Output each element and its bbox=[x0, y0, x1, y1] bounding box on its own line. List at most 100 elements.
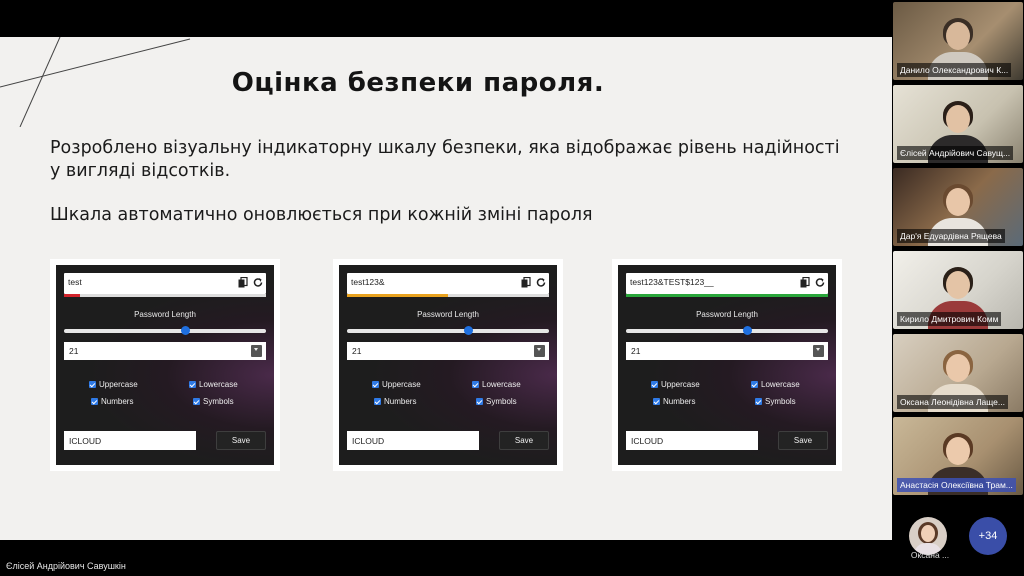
service-name-field: ICLOUD bbox=[347, 431, 479, 450]
strength-meter bbox=[347, 294, 549, 297]
length-value: 21 bbox=[631, 346, 641, 356]
password-field: test123& bbox=[347, 273, 549, 294]
password-generator-screenshot: test Password Length 21 Uppercase Lowerc… bbox=[50, 259, 280, 471]
generator-panel: test123&TEST$123__ Password Length 21 Up… bbox=[618, 265, 836, 465]
password-field: test123&TEST$123__ bbox=[626, 273, 828, 294]
slide-text-line: Розроблено візуальну індикаторну шкалу б… bbox=[50, 138, 840, 158]
uppercase-checkbox: Uppercase bbox=[651, 380, 700, 389]
refresh-icon bbox=[815, 278, 825, 287]
more-participants-button[interactable]: +34 bbox=[969, 517, 1007, 555]
strength-fill bbox=[64, 294, 81, 297]
lowercase-checkbox: Lowercase bbox=[472, 380, 521, 389]
length-slider bbox=[626, 326, 828, 335]
password-length-label: Password Length bbox=[134, 310, 196, 319]
checkbox-label: Uppercase bbox=[661, 380, 700, 389]
copy-icon bbox=[238, 277, 248, 288]
checkbox-checked-icon bbox=[755, 398, 762, 405]
length-number-field: 21 bbox=[626, 342, 828, 360]
participant-tile[interactable]: Анастасія Олексіївна Трам... bbox=[893, 417, 1023, 495]
participant-tile[interactable]: Оксана Леонідівна Лаще... bbox=[893, 334, 1023, 412]
numbers-checkbox: Numbers bbox=[374, 397, 416, 406]
uppercase-checkbox: Uppercase bbox=[372, 380, 421, 389]
participant-name: Єлісей Андрійович Савущ... bbox=[897, 146, 1014, 160]
stepper-icon bbox=[813, 345, 824, 357]
checkbox-checked-icon bbox=[372, 381, 379, 388]
checkbox-label: Symbols bbox=[486, 397, 517, 406]
strength-fill bbox=[626, 294, 828, 297]
password-length-label: Password Length bbox=[417, 310, 479, 319]
save-button: Save bbox=[499, 431, 549, 450]
checkbox-label: Lowercase bbox=[761, 380, 800, 389]
service-name-value: ICLOUD bbox=[69, 436, 102, 446]
checkbox-label: Numbers bbox=[384, 397, 417, 406]
checkbox-label: Lowercase bbox=[482, 380, 521, 389]
slide-text-line: Шкала автоматично оновлюється при кожній… bbox=[50, 205, 593, 225]
checkbox-label: Symbols bbox=[765, 397, 796, 406]
symbols-checkbox: Symbols bbox=[755, 397, 796, 406]
avatar-name: Оксана ... bbox=[910, 550, 950, 560]
length-number-field: 21 bbox=[347, 342, 549, 360]
checkbox-checked-icon bbox=[374, 398, 381, 405]
checkbox-label: Uppercase bbox=[99, 380, 138, 389]
length-value: 21 bbox=[69, 346, 79, 356]
strength-meter bbox=[626, 294, 828, 297]
checkbox-checked-icon bbox=[91, 398, 98, 405]
length-slider bbox=[64, 326, 266, 335]
stepper-icon bbox=[534, 345, 545, 357]
service-name-value: ICLOUD bbox=[352, 436, 385, 446]
participant-name: Оксана Леонідівна Лаще... bbox=[897, 395, 1008, 409]
checkbox-label: Numbers bbox=[663, 397, 696, 406]
checkbox-checked-icon bbox=[751, 381, 758, 388]
lowercase-checkbox: Lowercase bbox=[189, 380, 238, 389]
checkbox-checked-icon bbox=[651, 381, 658, 388]
checkbox-checked-icon bbox=[189, 381, 196, 388]
strength-fill bbox=[347, 294, 448, 297]
slider-thumb bbox=[743, 326, 753, 335]
checkbox-checked-icon bbox=[472, 381, 479, 388]
checkbox-checked-icon bbox=[476, 398, 483, 405]
generator-panel: test Password Length 21 Uppercase Lowerc… bbox=[56, 265, 274, 465]
symbols-checkbox: Symbols bbox=[193, 397, 234, 406]
checkbox-label: Uppercase bbox=[382, 380, 421, 389]
participant-name: Данило Олександрович К... bbox=[897, 63, 1012, 77]
slide-text-line: у вигляді відсотків. bbox=[50, 161, 231, 181]
participant-tile[interactable]: Кирило Дмитрович Комм bbox=[893, 251, 1023, 329]
password-value: test123& bbox=[351, 277, 385, 287]
checkbox-label: Lowercase bbox=[199, 380, 238, 389]
stepper-icon bbox=[251, 345, 262, 357]
password-length-label: Password Length bbox=[696, 310, 758, 319]
checkbox-label: Symbols bbox=[203, 397, 234, 406]
password-value: test bbox=[68, 277, 82, 287]
checkbox-checked-icon bbox=[193, 398, 200, 405]
password-generator-screenshot: test123& Password Length 21 Uppercase Lo… bbox=[333, 259, 563, 471]
copy-icon bbox=[800, 277, 810, 288]
symbols-checkbox: Symbols bbox=[476, 397, 517, 406]
uppercase-checkbox: Uppercase bbox=[89, 380, 138, 389]
participant-tile[interactable]: Дар'я Едуардівна Рящева bbox=[893, 168, 1023, 246]
participant-tile[interactable]: Єлісей Андрійович Савущ... bbox=[893, 85, 1023, 163]
copy-icon bbox=[521, 277, 531, 288]
service-name-field: ICLOUD bbox=[626, 431, 758, 450]
active-speaker-name: Єлісей Андрійович Савушкін bbox=[6, 561, 126, 571]
participant-tile[interactable]: Данило Олександрович К... bbox=[893, 2, 1023, 80]
strength-meter bbox=[64, 294, 266, 297]
participant-name: Анастасія Олексіївна Трам... bbox=[897, 478, 1016, 492]
save-button: Save bbox=[778, 431, 828, 450]
password-value: test123&TEST$123__ bbox=[630, 277, 714, 287]
participant-name: Дар'я Едуардівна Рящева bbox=[897, 229, 1005, 243]
length-value: 21 bbox=[352, 346, 362, 356]
numbers-checkbox: Numbers bbox=[653, 397, 695, 406]
checkbox-checked-icon bbox=[89, 381, 96, 388]
length-number-field: 21 bbox=[64, 342, 266, 360]
service-name-field: ICLOUD bbox=[64, 431, 196, 450]
checkbox-label: Numbers bbox=[101, 397, 134, 406]
shared-slide: Оцінка безпеки пароля. Розроблено візуал… bbox=[0, 37, 892, 540]
length-slider bbox=[347, 326, 549, 335]
generator-panel: test123& Password Length 21 Uppercase Lo… bbox=[339, 265, 557, 465]
save-button: Save bbox=[216, 431, 266, 450]
refresh-icon bbox=[253, 278, 263, 287]
password-generator-screenshot: test123&TEST$123__ Password Length 21 Up… bbox=[612, 259, 842, 471]
participant-name: Кирило Дмитрович Комм bbox=[897, 312, 1002, 326]
refresh-icon bbox=[536, 278, 546, 287]
slide-title: Оцінка безпеки пароля. bbox=[231, 68, 605, 98]
